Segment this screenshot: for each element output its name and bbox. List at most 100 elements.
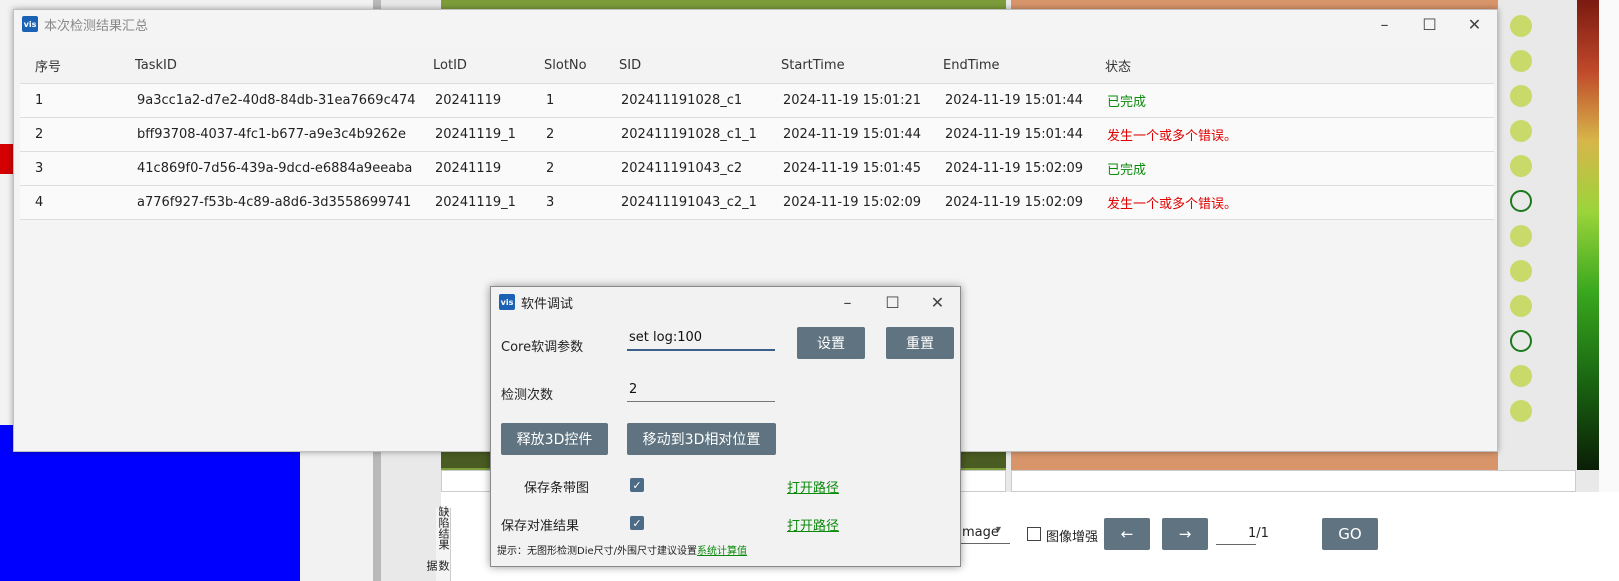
close-icon[interactable]: ✕ — [1452, 10, 1497, 38]
die-dot — [1510, 50, 1532, 72]
save-strip-checkbox[interactable]: ✓ — [630, 478, 644, 492]
table-header: 序号 TaskID LotID SlotNo SID StartTime End… — [20, 47, 1494, 84]
release-3d-button[interactable]: 释放3D控件 — [501, 423, 608, 455]
cell-slotno: 2 — [546, 127, 555, 142]
image-select[interactable]: mage — [962, 525, 999, 540]
cell-starttime: 2024-11-19 15:02:09 — [783, 195, 922, 210]
table-row[interactable]: 4 a776f927-f53b-4c89-a8d6-3d3558699741 2… — [20, 186, 1494, 220]
chevron-down-icon[interactable]: ▾ — [996, 524, 1001, 535]
die-dot — [1510, 365, 1532, 387]
cell-status: 发生一个或多个错误。 — [1107, 197, 1238, 212]
column-header-endtime[interactable]: EndTime — [943, 58, 1105, 73]
die-dot-selected — [1510, 330, 1532, 352]
close-icon[interactable]: ✕ — [915, 287, 960, 317]
vis-app-icon: vis — [499, 294, 515, 310]
column-header-sid[interactable]: SID — [619, 58, 781, 73]
cell-status: 发生一个或多个错误。 — [1107, 129, 1238, 144]
background-panel-bottom-right — [1011, 470, 1576, 492]
cell-starttime: 2024-11-19 15:01:21 — [783, 93, 922, 108]
core-params-label: Core软调参数 — [501, 340, 584, 355]
open-path-link-strip[interactable]: 打开路径 — [787, 477, 839, 496]
table-row[interactable]: 1 9a3cc1a2-d7e2-40d8-84db-31ea7669c474 2… — [20, 84, 1494, 118]
cell-lotid: 20241119_1 — [435, 195, 516, 210]
die-dot — [1510, 85, 1532, 107]
table-row[interactable]: 3 41c869f0-7d56-439a-9dcd-e6884a9eeaba 2… — [20, 152, 1494, 186]
cell-status: 已完成 — [1107, 163, 1147, 178]
die-dot — [1510, 15, 1532, 37]
die-dot — [1510, 225, 1532, 247]
save-align-label: 保存对准结果 — [501, 519, 580, 534]
cell-endtime: 2024-11-19 15:02:09 — [945, 161, 1084, 176]
go-button[interactable]: GO — [1322, 518, 1378, 550]
cell-endtime: 2024-11-19 15:01:44 — [945, 93, 1084, 108]
column-header-status[interactable]: 状态 — [1105, 56, 1405, 75]
maximize-icon[interactable]: ☐ — [870, 287, 915, 317]
die-dot — [1510, 120, 1532, 142]
cell-starttime: 2024-11-19 15:01:44 — [783, 127, 922, 142]
cell-lotid: 20241119_1 — [435, 127, 516, 142]
cell-no: 4 — [35, 195, 44, 210]
cell-endtime: 2024-11-19 15:02:09 — [945, 195, 1084, 210]
move-3d-button[interactable]: 移动到3D相对位置 — [627, 423, 776, 455]
save-strip-label: 保存条带图 — [524, 481, 590, 496]
open-path-link-align[interactable]: 打开路径 — [787, 515, 839, 534]
inspect-count-label: 检测次数 — [501, 388, 554, 403]
hint-message: 提示：无图形检测Die尺寸/外围尺寸建议设置 — [497, 546, 697, 557]
cell-slotno: 2 — [546, 161, 555, 176]
debug-dialog-title: 软件调试 — [521, 296, 574, 312]
result-window-titlebar[interactable]: vis 本次检测结果汇总 – ☐ ✕ — [14, 10, 1497, 38]
background-die-dots — [1510, 15, 1540, 435]
hint-text: 提示：无图形检测Die尺寸/外围尺寸建议设置系统计算值 — [497, 542, 747, 557]
side-tab-data[interactable]: 数据 — [425, 560, 450, 581]
cell-taskid: bff93708-4037-4fc1-b677-a9e3c4b9262e — [137, 127, 407, 142]
reset-button[interactable]: 重置 — [886, 327, 954, 359]
image-select-underline — [960, 543, 1010, 544]
cell-lotid: 20241119 — [435, 161, 502, 176]
cell-no: 3 — [35, 161, 44, 176]
set-button[interactable]: 设置 — [797, 327, 865, 359]
cell-slotno: 1 — [546, 93, 555, 108]
die-dot — [1510, 295, 1532, 317]
die-dot — [1510, 400, 1532, 422]
enhance-label: 图像增强 — [1046, 530, 1099, 545]
cell-starttime: 2024-11-19 15:01:45 — [783, 161, 922, 176]
enhance-checkbox[interactable] — [1027, 527, 1041, 541]
column-header-taskid[interactable]: TaskID — [135, 58, 433, 73]
cell-no: 1 — [35, 93, 44, 108]
cell-sid: 202411191028_c1_1 — [621, 127, 757, 142]
cell-sid: 202411191043_c2_1 — [621, 195, 757, 210]
table-row[interactable]: 2 bff93708-4037-4fc1-b677-a9e3c4b9262e 2… — [20, 118, 1494, 152]
background-color-scale — [1577, 0, 1599, 470]
prev-button[interactable]: ← — [1104, 518, 1150, 550]
column-header-starttime[interactable]: StartTime — [781, 58, 943, 73]
vis-app-icon: vis — [22, 16, 38, 32]
result-window-controls: – ☐ ✕ — [1362, 10, 1497, 38]
die-dot — [1510, 260, 1532, 282]
page-indicator: 1/1 — [1248, 526, 1269, 541]
column-header-slotno[interactable]: SlotNo — [544, 58, 619, 73]
core-params-input[interactable] — [627, 330, 775, 351]
die-dot-selected — [1510, 190, 1532, 212]
cell-taskid: 41c869f0-7d56-439a-9dcd-e6884a9eeaba — [137, 161, 413, 176]
side-tab-defect-result[interactable]: 缺陷结果 — [435, 506, 450, 550]
result-window-title: 本次检测结果汇总 — [44, 18, 149, 34]
background-red-marker — [0, 144, 14, 174]
result-table: 序号 TaskID LotID SlotNo SID StartTime End… — [20, 47, 1494, 220]
hint-system-value-link[interactable]: 系统计算值 — [697, 546, 747, 557]
save-align-checkbox[interactable]: ✓ — [630, 516, 644, 530]
die-dot — [1510, 155, 1532, 177]
cell-sid: 202411191043_c2 — [621, 161, 743, 176]
cell-endtime: 2024-11-19 15:01:44 — [945, 127, 1084, 142]
minimize-icon[interactable]: – — [1362, 10, 1407, 38]
page-input-underline — [1216, 544, 1256, 545]
column-header-lotid[interactable]: LotID — [433, 58, 544, 73]
software-debug-dialog: vis 软件调试 – ☐ ✕ Core软调参数 设置 重置 检测次数 释放3D控… — [490, 286, 961, 567]
column-header-no[interactable]: 序号 — [20, 56, 135, 75]
inspect-count-input[interactable] — [627, 382, 775, 402]
cell-no: 2 — [35, 127, 44, 142]
debug-dialog-titlebar[interactable]: vis 软件调试 – ☐ ✕ — [491, 287, 960, 317]
debug-dialog-controls: – ☐ ✕ — [825, 287, 960, 315]
next-button[interactable]: → — [1162, 518, 1208, 550]
minimize-icon[interactable]: – — [825, 287, 870, 317]
maximize-icon[interactable]: ☐ — [1407, 10, 1452, 38]
